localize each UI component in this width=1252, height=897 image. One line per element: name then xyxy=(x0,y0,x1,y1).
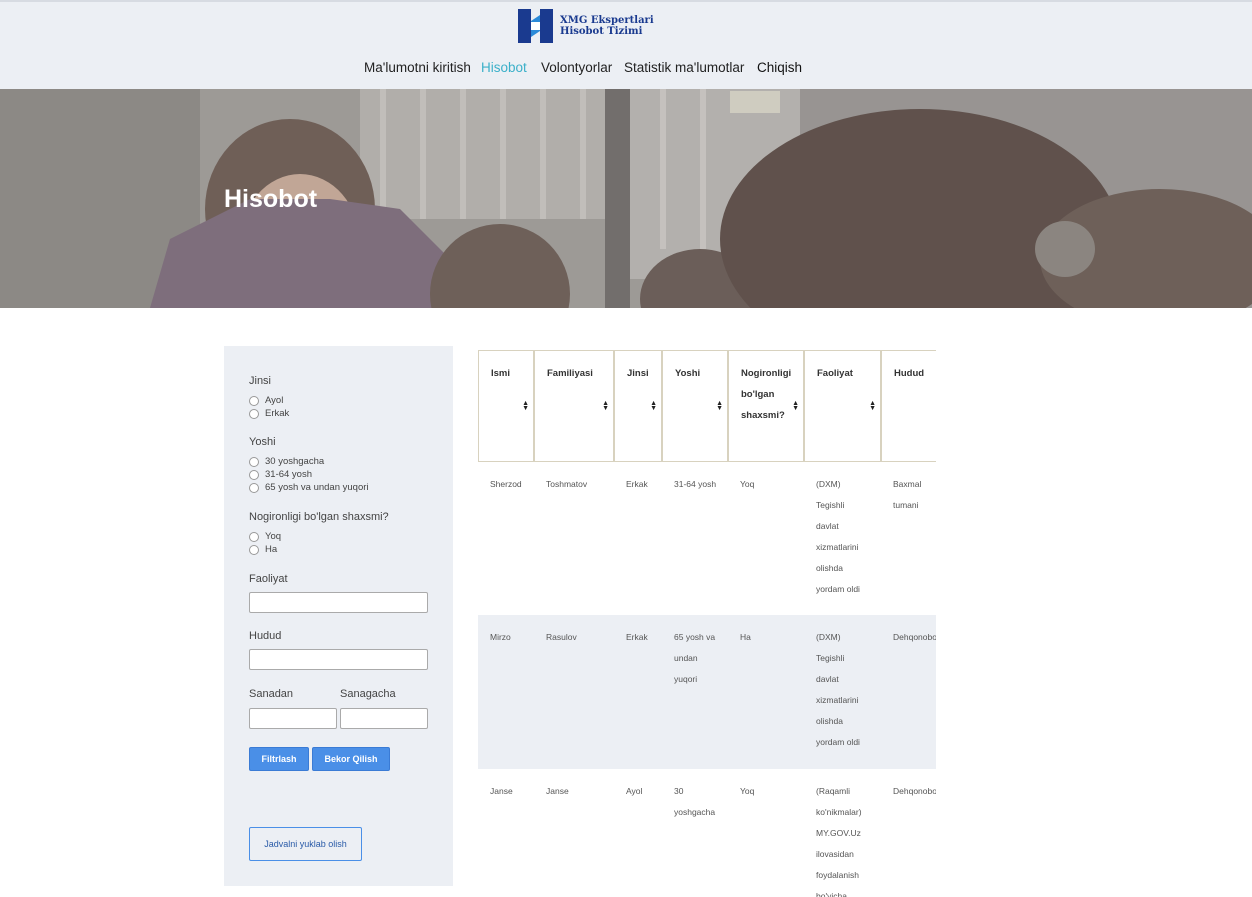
table-row: Janse Janse Ayol 30 yoshgacha Yoq (Raqam… xyxy=(478,769,936,897)
age-option-label: 31-64 yosh xyxy=(265,469,313,480)
page-title: Hisobot xyxy=(224,185,318,213)
radio-button[interactable] xyxy=(249,469,259,480)
sort-icon[interactable]: ▲ ▼ xyxy=(716,400,723,412)
cell-name: Janse xyxy=(490,786,513,796)
date-to-input[interactable] xyxy=(340,708,428,729)
cell-gender: Erkak xyxy=(626,479,648,489)
radio-button[interactable] xyxy=(249,531,259,542)
cell-age: 31-64 yosh xyxy=(674,479,717,489)
hero-banner: Hisobot xyxy=(0,89,1252,308)
date-to-label: Sanagacha xyxy=(340,688,396,700)
age-option-31-64[interactable]: 31-64 yosh xyxy=(249,468,312,481)
column-header-label: Ismi xyxy=(491,368,511,379)
date-from-input[interactable] xyxy=(249,708,337,729)
nav-statistics[interactable]: Statistik ma'lumotlar xyxy=(624,60,744,75)
sort-icon[interactable]: ▲ ▼ xyxy=(522,400,529,412)
region-input[interactable] xyxy=(249,649,428,670)
cell-gender: Erkak xyxy=(626,632,648,642)
disability-option-label: Yoq xyxy=(265,531,282,542)
cell-disability: Yoq xyxy=(740,786,755,796)
radio-button[interactable] xyxy=(249,456,259,467)
radio-button[interactable] xyxy=(249,395,259,406)
column-header-label: Jinsi xyxy=(627,368,649,379)
sort-icon[interactable]: ▲ ▼ xyxy=(650,400,657,412)
column-header-region[interactable]: Hudud xyxy=(881,350,936,462)
column-header-age[interactable]: Yoshi ▲ ▼ xyxy=(662,350,728,462)
cell-surname: Toshmatov xyxy=(546,479,588,489)
cell-region: Dehqonobod tumani xyxy=(893,632,936,642)
region-label: Hudud xyxy=(249,630,282,642)
cell-activity: (DXM) Tegishli davlat xizmatlarini olish… xyxy=(816,632,860,747)
gender-label: Jinsi xyxy=(249,375,272,387)
age-option-label: 65 yosh va undan yuqori xyxy=(265,482,369,493)
column-header-label: Yoshi xyxy=(675,368,701,379)
radio-button[interactable] xyxy=(249,544,259,555)
date-from-label: Sanadan xyxy=(249,688,294,700)
nav-data-entry[interactable]: Ma'lumotni kiritish xyxy=(364,60,471,75)
disability-option-label: Ha xyxy=(265,544,278,555)
column-header-label: Familiyasi xyxy=(547,368,593,379)
cell-gender: Ayol xyxy=(626,786,643,796)
column-header-surname[interactable]: Familiyasi ▲ ▼ xyxy=(534,350,614,462)
gender-option-female[interactable]: Ayol xyxy=(249,394,283,407)
nav-report[interactable]: Hisobot xyxy=(481,60,527,75)
cancel-button[interactable]: Bekor Qilish xyxy=(312,747,390,771)
age-label: Yoshi xyxy=(249,436,276,448)
cell-name: Sherzod xyxy=(490,479,522,489)
activity-label: Faoliyat xyxy=(249,573,288,585)
column-header-disability[interactable]: Nogironligi bo'lgan shaxsmi? ▲ ▼ xyxy=(728,350,804,462)
sort-icon[interactable]: ▲ ▼ xyxy=(792,400,799,412)
cell-surname: Rasulov xyxy=(546,632,577,642)
cell-disability: Ha xyxy=(740,632,751,642)
cell-age: 65 yosh va undan yuqori xyxy=(674,632,716,684)
table-row: Sherzod Toshmatov Erkak 31-64 yosh Yoq (… xyxy=(478,462,936,615)
column-header-gender[interactable]: Jinsi ▲ ▼ xyxy=(614,350,662,462)
cell-name: Mirzo xyxy=(490,632,511,642)
disability-option-yes[interactable]: Ha xyxy=(249,543,277,556)
cell-surname: Janse xyxy=(546,786,569,796)
column-header-name[interactable]: Ismi ▲ ▼ xyxy=(478,350,534,462)
logo[interactable]: XMG Ekspertlari Hisobot Tizimi xyxy=(518,9,654,43)
age-option-label: 30 yoshgacha xyxy=(265,456,325,467)
logo-line-2: Hisobot Tizimi xyxy=(560,26,643,37)
logo-line-1: XMG Ekspertlari xyxy=(560,15,654,26)
sort-icon[interactable]: ▲ ▼ xyxy=(869,400,876,412)
nav-logout[interactable]: Chiqish xyxy=(757,60,802,75)
cell-activity: (Raqamli ko'nikmalar) MY.GOV.Uz ilovasid… xyxy=(816,786,862,897)
column-header-label: Hudud xyxy=(894,368,925,379)
cell-disability: Yoq xyxy=(740,479,755,489)
sort-icon[interactable]: ▲ ▼ xyxy=(602,400,609,412)
column-header-label: Faoliyat xyxy=(817,368,853,379)
radio-button[interactable] xyxy=(249,482,259,493)
cell-age: 30 yoshgacha xyxy=(674,786,716,817)
disability-label: Nogironligi bo'lgan shaxsmi? xyxy=(249,511,389,523)
column-header-label: Nogironligi bo'lgan shaxsmi? xyxy=(741,368,792,421)
logo-mark-icon xyxy=(518,9,553,43)
age-option-under-30[interactable]: 30 yoshgacha xyxy=(249,455,324,468)
cell-activity: (DXM) Tegishli davlat xizmatlarini olish… xyxy=(816,479,860,594)
report-table: Ismi ▲ ▼ Familiyasi ▲ ▼ Jinsi ▲ ▼ Yoshi ▲ ▼ … xyxy=(478,350,936,897)
cell-region: Baxmal tumani xyxy=(893,479,922,510)
age-option-65-plus[interactable]: 65 yosh va undan yuqori xyxy=(249,481,369,494)
download-table-button[interactable]: Jadvalni yuklab olish xyxy=(249,827,362,861)
gender-option-label: Erkak xyxy=(265,408,290,419)
activity-input[interactable] xyxy=(249,592,428,613)
table-row: Mirzo Rasulov Erkak 65 yosh va undan yuq… xyxy=(478,615,936,769)
gender-option-male[interactable]: Erkak xyxy=(249,407,289,420)
logo-text: XMG Ekspertlari Hisobot Tizimi xyxy=(560,15,654,37)
nav-volunteers[interactable]: Volontyorlar xyxy=(541,60,612,75)
hero-background-image xyxy=(0,89,1252,308)
cell-region: Dehqonobod tumani xyxy=(893,786,936,796)
filter-button[interactable]: Filtrlash xyxy=(249,747,309,771)
radio-button[interactable] xyxy=(249,408,259,419)
site-header: XMG Ekspertlari Hisobot Tizimi Ma'lumotn… xyxy=(0,0,1252,89)
column-header-activity[interactable]: Faoliyat ▲ ▼ xyxy=(804,350,881,462)
gender-option-label: Ayol xyxy=(265,395,284,406)
disability-option-no[interactable]: Yoq xyxy=(249,530,281,543)
main-nav: Ma'lumotni kiritish Hisobot Volontyorlar… xyxy=(0,60,1252,80)
filter-panel: Jinsi Ayol Erkak Yoshi 30 yoshgacha 31-6… xyxy=(224,346,453,886)
